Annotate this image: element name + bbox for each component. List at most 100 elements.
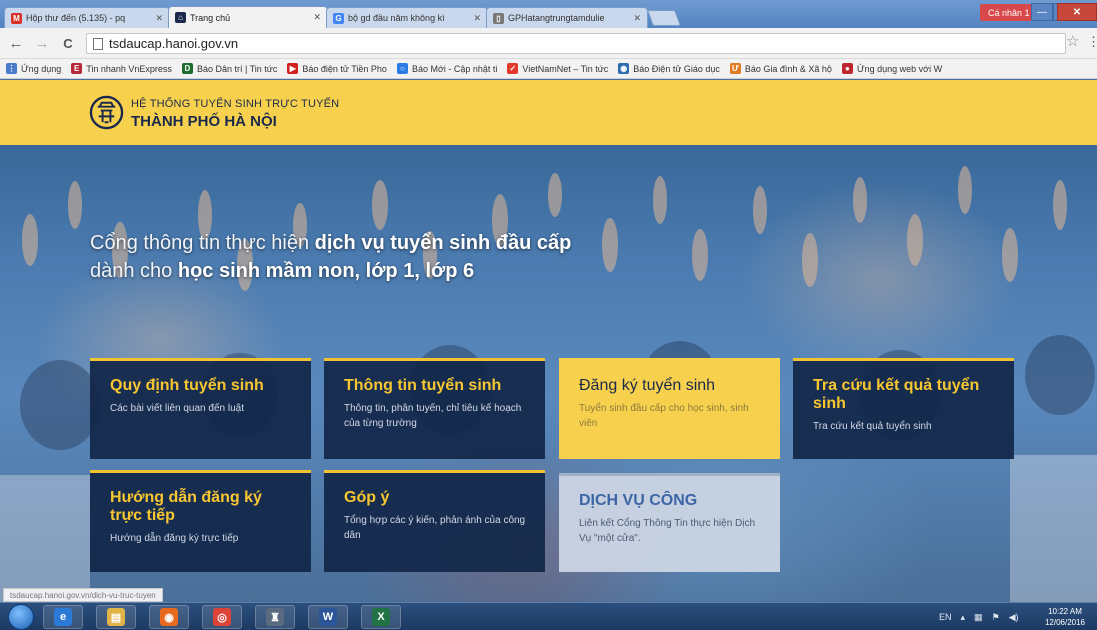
card-subtitle: Tổng hợp các ý kiến, phản ánh của công d… [344,515,526,541]
card-title: Hướng dẫn đăng ký trực tiếp [110,489,262,524]
bookmark-item[interactable]: ◉ Báo Điện tử Giáo dục [618,63,720,74]
card-dich-vu-cong[interactable]: DỊCH VỤ CÔNG Liên kết Cổng Thông Tin thự… [559,473,780,572]
volume-icon[interactable]: ◀) [1009,612,1019,623]
giaoduc-icon: ◉ [618,63,630,74]
hero-line-2: dành cho học sinh mầm non, lớp 1, lớp 6 [90,260,475,282]
taskbar-app[interactable]: e [43,605,83,629]
bookmark-label: Báo điện tử Tiền Pho [302,63,387,74]
address-bar[interactable]: tsdaucap.hanoi.gov.vn [86,33,1066,54]
tab-label: bộ gd đầu năm không kì [348,13,445,23]
giadinh-icon: Ư [729,63,741,74]
close-window-button[interactable]: ✕ [1057,3,1097,21]
site-header: HỆ THỐNG TUYỂN SINH TRỰC TUYẾN THÀNH PHỐ… [0,80,1097,145]
clock[interactable]: 10:22 AM 12/06/2016 [1040,606,1090,628]
tienphong-icon: ▶ [287,63,299,74]
show-hidden-icons-icon[interactable]: ▴ [961,612,966,623]
page-content: HỆ THỐNG TUYỂN SINH TRỰC TUYẾN THÀNH PHỐ… [0,80,1097,602]
excel-icon: X [372,608,390,626]
tab-label: GPHatangtrungtamdulie [508,13,605,23]
tab-gphatang[interactable]: ▯ GPHatangtrungtamdulie ✕ [486,7,648,28]
bookmark-item[interactable]: ✓ VietNamNet – Tin tức [507,63,608,74]
windows-taskbar: e ▤ ◉ ◎ ♜ W X EN ▴ ▦ ⚑ ◀) 10:22 AM 12/06/2016 [0,602,1097,630]
browser-menu-icon[interactable]: ⋮ [1087,34,1097,50]
tab-label: Hộp thư đến (5.135) - pq [26,13,126,23]
card-title: DỊCH VỤ CÔNG [579,492,698,509]
bookmark-label: Báo Gia đình & Xã hộ [744,63,832,74]
taskbar-app[interactable]: ◎ [202,605,242,629]
card-title: Góp ý [344,489,390,506]
language-indicator[interactable]: EN [939,612,952,622]
page-icon [93,37,103,50]
bookmark-item[interactable]: ⋮ Ứng dụng [6,63,61,74]
network-icon[interactable]: ▦ [974,612,983,623]
card-title: Tra cứu kết quả tuyển sinh [813,377,980,412]
bookmark-label: Báo Điện tử Giáo dục [633,63,720,74]
site-logo-icon: ⌂ [175,12,186,23]
gmail-icon: M [11,12,22,24]
google-icon: G [333,12,344,24]
card-huong-dan-dang-ky[interactable]: Hướng dẫn đăng ký trực tiếp Hướng dẫn đă… [90,470,311,572]
taskbar-app[interactable]: ♜ [255,605,295,629]
bookmark-item[interactable]: E Tin nhanh VnExpress [71,63,172,74]
tab-gmail[interactable]: M Hộp thư đến (5.135) - pq ✕ [4,7,170,28]
forward-button[interactable]: → [32,35,52,52]
minimize-button[interactable]: — [1031,3,1053,21]
apps-icon: ⋮ [6,63,17,74]
card-gop-y[interactable]: Góp ý Tổng hợp các ý kiến, phản ánh của … [324,470,545,572]
bookmark-label: Ứng dụng [21,63,62,74]
bookmark-item[interactable]: D Báo Dân trí | Tin tức [181,63,278,74]
taskbar-app[interactable]: ▤ [96,605,136,629]
taskbar-app[interactable]: X [361,605,401,629]
close-icon[interactable]: ✕ [633,13,641,24]
status-url-bar: tsdaucap.hanoi.gov.vn/dich-vu-truc-tuyen [3,588,163,602]
vnexpress-icon: E [71,63,83,74]
bookmark-label: Báo Dân trí | Tin tức [196,63,278,74]
reload-button[interactable]: C [58,36,78,51]
back-button[interactable]: ← [6,35,26,52]
taskbar-app[interactable]: ◉ [149,605,189,629]
dantri-icon: D [181,63,193,74]
site-title[interactable]: THÀNH PHỐ HÀ NỘI [131,113,277,130]
clock-time: 10:22 AM [1048,607,1082,616]
card-thong-tin-tuyen-sinh[interactable]: Thông tin tuyển sinh Thông tin, phân tuy… [324,358,545,459]
browser-toolbar: ← → C tsdaucap.hanoi.gov.vn [0,28,1097,59]
web-app-icon: ● [841,63,853,74]
tab-label: Trang chủ [190,12,231,23]
card-subtitle: Tuyển sinh đầu cấp cho học sinh, sinh vi… [579,403,749,429]
bookmark-star-icon[interactable]: ☆ [1066,32,1079,50]
profile-button[interactable]: Cá nhân 1 [980,4,1038,21]
start-button[interactable] [8,604,34,630]
close-icon[interactable]: ✕ [473,13,481,24]
close-icon[interactable]: ✕ [155,13,163,24]
bookmark-item[interactable]: ● Ứng dụng web với W [841,63,943,74]
word-icon: W [319,608,337,626]
bookmark-item[interactable]: ▶ Báo điện tử Tiền Pho [287,63,387,74]
taskbar-app[interactable]: W [308,605,348,629]
card-subtitle: Thông tin, phân tuyến, chỉ tiêu kế hoạch… [344,403,522,429]
card-subtitle: Liên kết Cổng Thông Tin thực hiện Dịch V… [579,518,756,544]
card-quy-dinh-tuyen-sinh[interactable]: Quy định tuyển sinh Các bài viết liên qu… [90,358,311,459]
tab-google-search[interactable]: G bộ gd đầu năm không kì ✕ [326,7,488,28]
bookmark-item[interactable]: ○ Báo Mới - Cập nhật ti [396,63,497,74]
card-dang-ky-tuyen-sinh[interactable]: Đăng ký tuyển sinh Tuyển sinh đầu cấp ch… [559,358,780,459]
tab-trang-chu[interactable]: ⌂ Trang chủ ✕ [168,6,328,28]
hero-highlight: dịch vụ tuyển sinh đầu cấp [314,232,572,254]
bookmark-label: Tin nhanh VnExpress [86,63,172,74]
unikey-icon: ♜ [266,608,284,626]
bookmark-item[interactable]: Ư Báo Gia đình & Xã hộ [729,63,832,74]
browser-title-bar: M Hộp thư đến (5.135) - pq ✕ ⌂ Trang chủ… [0,0,1097,28]
close-icon[interactable]: ✕ [313,12,321,23]
chrome-icon: ◎ [213,608,231,626]
new-tab-button[interactable] [647,10,681,26]
bookmark-label: VietNamNet – Tin tức [522,63,609,74]
hero-line-1: Cổng thông tin thực hiện dịch vụ tuyển s… [90,232,572,254]
clock-date: 12/06/2016 [1044,618,1086,627]
media-player-icon: ◉ [160,608,178,626]
bookmark-label: Ứng dụng web với W [856,63,943,74]
site-subtitle: HỆ THỐNG TUYỂN SINH TRỰC TUYẾN [131,98,340,110]
flag-icon[interactable]: ⚑ [992,612,1000,623]
hanoi-logo-icon[interactable] [89,95,124,130]
card-tra-cuu-ket-qua[interactable]: Tra cứu kết quả tuyển sinh Tra cứu kết q… [793,358,1014,459]
hero-highlight: học sinh mầm non, lớp 1, lớp 6 [177,260,475,282]
card-subtitle: Các bài viết liên quan đến luật [110,403,244,414]
